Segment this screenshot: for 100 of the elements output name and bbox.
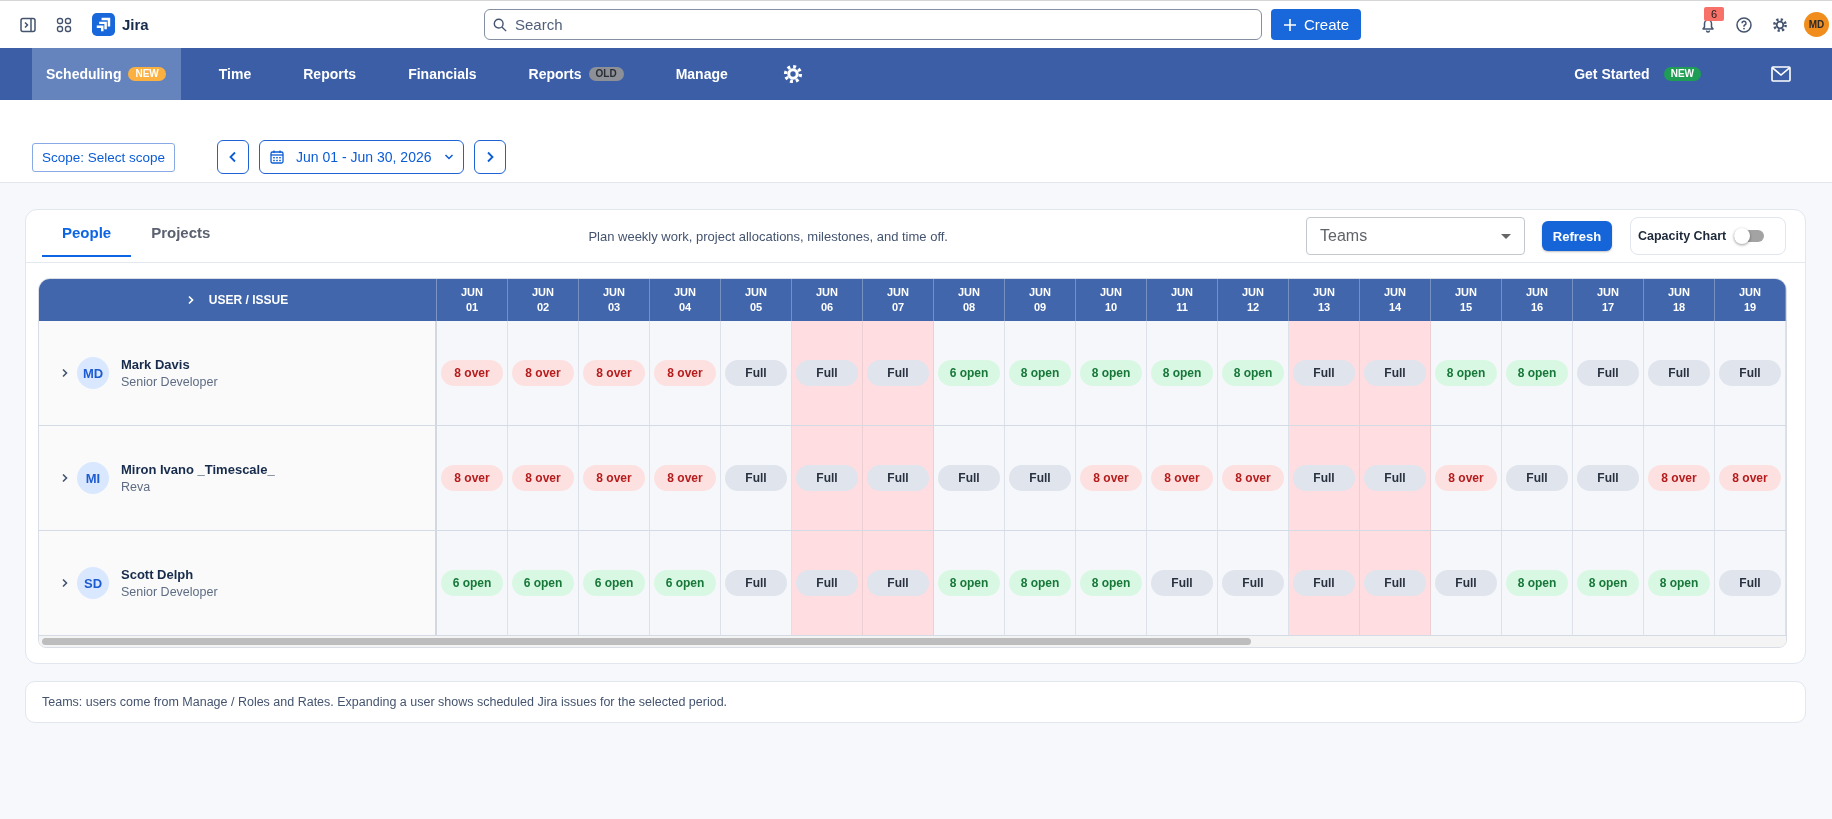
availability-badge: Full (796, 360, 858, 386)
availability-badge: 8 over (512, 465, 574, 491)
availability-badge: 8 open (938, 570, 1000, 596)
availability-badge: 6 open (441, 570, 503, 596)
availability-badge: 8 over (1719, 465, 1781, 491)
availability-badge: Full (1577, 465, 1639, 491)
availability-badge: 8 over (1435, 465, 1497, 491)
availability-badge: 8 open (1009, 360, 1071, 386)
availability-badge: Full (938, 465, 1000, 491)
availability-badge: 6 open (654, 570, 716, 596)
availability-badge: 8 open (1506, 360, 1568, 386)
availability-badge: 8 over (583, 360, 645, 386)
description-text: Plan weekly work, project allocations, milestones, and time off. (587, 228, 949, 244)
availability-badge: Full (1293, 465, 1355, 491)
scope-button[interactable]: Scope: Select scope (32, 142, 176, 172)
availability-badge: Full (796, 465, 858, 491)
availability-badge: 8 over (654, 465, 716, 491)
availability-badge: Full (1293, 570, 1355, 596)
availability-badge: Full (1009, 465, 1071, 491)
panel-toggle-icon[interactable] (20, 16, 36, 33)
availability-badge: 8 over (441, 360, 503, 386)
availability-badge: Full (1577, 360, 1639, 386)
tab-badge: NEW (1663, 67, 1701, 81)
availability-badge: 8 open (1435, 360, 1497, 386)
user-name: Mark Davis (121, 357, 191, 372)
column-header: USER / ISSUE (208, 293, 289, 307)
availability-badge: Full (725, 360, 787, 386)
capacity-chart-toggle[interactable] (1734, 230, 1765, 242)
user-name: Miron Ivano _Timescale_ (121, 462, 275, 477)
nav-tab[interactable]: Financials (394, 48, 491, 100)
chevron-down-icon (443, 152, 454, 162)
availability-badge: 8 open (1577, 570, 1639, 596)
nav-tab[interactable]: Reports (289, 48, 371, 100)
availability-badge: 8 over (1222, 465, 1284, 491)
availability-badge: Full (1719, 570, 1781, 596)
availability-badge: 8 open (1080, 570, 1142, 596)
availability-badge: Full (867, 360, 929, 386)
previous-button[interactable] (217, 140, 250, 174)
availability-badge: Full (1364, 465, 1426, 491)
toggle-label: Capacity Chart (1638, 229, 1727, 243)
availability-badge: 8 open (1648, 570, 1710, 596)
availability-badge: 8 over (654, 360, 716, 386)
availability-badge: 8 over (1080, 465, 1142, 491)
scrollbar-thumb[interactable] (42, 638, 1251, 645)
availability-badge: Full (1222, 570, 1284, 596)
next-button[interactable] (474, 140, 507, 174)
availability-badge: 6 open (512, 570, 574, 596)
nav-tab[interactable]: Manage (661, 48, 742, 100)
availability-badge: 8 open (1506, 570, 1568, 596)
view-tab[interactable]: Projects (131, 210, 231, 257)
availability-badge: Full (796, 570, 858, 596)
availability-badge: 8 over (1151, 465, 1213, 491)
tab-badge: NEW (128, 67, 166, 81)
availability-badge: Full (1364, 360, 1426, 386)
chevron-right-icon[interactable] (61, 368, 69, 378)
get-started-link[interactable]: Get Started NEW (1560, 48, 1715, 100)
calendar-icon (270, 150, 285, 164)
settings-icon[interactable] (1772, 16, 1788, 33)
avatar[interactable]: MD (1804, 12, 1829, 37)
view-tab[interactable]: People (42, 210, 132, 257)
availability-badge: Full (725, 465, 787, 491)
logo-icon[interactable] (92, 13, 115, 36)
availability-badge: Full (1506, 465, 1568, 491)
nav-tab[interactable]: Reports OLD (514, 48, 638, 100)
tab-badge: OLD (588, 67, 624, 81)
mail-icon[interactable] (1771, 66, 1791, 82)
avatar: MD (77, 357, 109, 389)
user-role: Senior Developer (121, 585, 218, 599)
app-name[interactable]: Jira (122, 16, 149, 33)
availability-badge: Full (1719, 360, 1781, 386)
user-role: Reva (121, 480, 152, 494)
notification-count: 6 (1704, 6, 1725, 21)
availability-badge: 8 over (512, 360, 574, 386)
availability-badge: Full (1293, 360, 1355, 386)
chevron-right-icon[interactable] (61, 473, 69, 483)
availability-badge: 8 open (1080, 360, 1142, 386)
caret-down-icon (1501, 233, 1511, 239)
availability-badge: 8 open (1151, 360, 1213, 386)
availability-badge: Full (1648, 360, 1710, 386)
availability-badge: Full (1151, 570, 1213, 596)
nav-tab[interactable]: Scheduling NEW (32, 48, 181, 100)
app-grid-icon[interactable] (56, 16, 72, 33)
nav-tab[interactable]: Time (204, 48, 266, 100)
chevron-right-icon[interactable] (61, 578, 69, 588)
avatar: SD (77, 567, 109, 599)
availability-badge: Full (1435, 570, 1497, 596)
refresh-button[interactable]: Refresh (1542, 221, 1612, 251)
availability-badge: 8 over (1648, 465, 1710, 491)
teams-select[interactable]: Teams (1306, 217, 1525, 255)
help-icon[interactable] (1736, 16, 1752, 33)
availability-badge: 8 open (1222, 360, 1284, 386)
plus-icon (1283, 17, 1297, 32)
search-field[interactable]: Search (484, 9, 1262, 40)
search-icon (493, 18, 507, 32)
avatar: MI (77, 462, 109, 494)
date-range-picker[interactable]: Jun 01 - Jun 30, 2026 (259, 140, 465, 174)
availability-badge: Full (867, 465, 929, 491)
user-name: Scott Delph (121, 567, 195, 582)
create-button[interactable]: Create (1271, 9, 1361, 40)
availability-badge: Full (725, 570, 787, 596)
